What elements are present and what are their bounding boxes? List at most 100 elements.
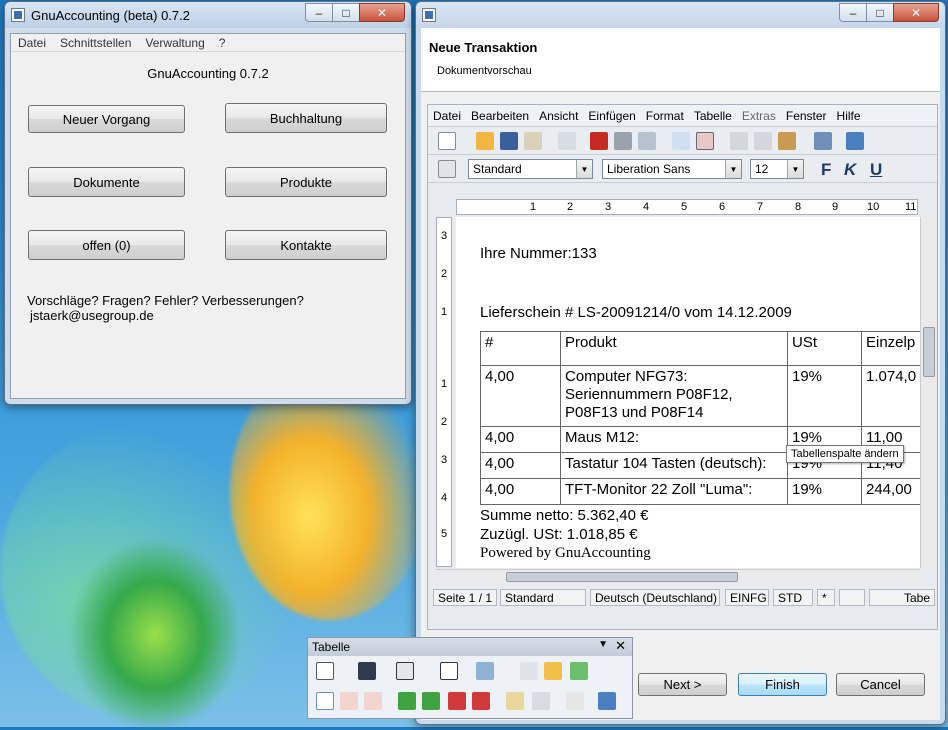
horizontal-ruler[interactable]: 1 2 3 4 5 6 7 8 9 10 11 [456,199,918,215]
status-style[interactable]: Standard [500,589,586,606]
dropdown-arrow-icon[interactable]: ▼ [598,639,608,650]
edit-file-icon[interactable] [558,132,576,150]
horizontal-scrollbar[interactable] [436,569,920,583]
menu-help[interactable]: ? [212,36,233,50]
status-page[interactable]: Seite 1 / 1 [433,589,497,606]
minimize-button[interactable]: – [839,3,867,22]
format-paintbrush-icon[interactable] [814,132,832,150]
writer-menu-bearbeiten[interactable]: Bearbeiten [466,109,534,123]
product-cell[interactable]: Tastatur 104 Tasten (deutsch): [560,452,788,479]
table-insert-icon[interactable] [316,662,334,680]
writer-menu-einfuegen[interactable]: Einfügen [583,109,640,123]
italic-button[interactable]: K [844,160,856,180]
header-cell[interactable]: # [480,331,561,366]
price-cell[interactable]: 1.074,0 [861,365,920,427]
floating-toolbar-title[interactable]: Tabelle ▼ ✕ [308,638,632,656]
finish-button[interactable]: Finish [738,673,827,696]
autoformat-icon[interactable] [570,662,588,680]
borders-icon[interactable] [440,662,458,680]
cancel-button[interactable]: Cancel [836,673,925,696]
new-document-icon[interactable] [438,132,456,150]
writer-menu-fenster[interactable]: Fenster [781,109,832,123]
status-selection-mode[interactable]: STD [773,589,813,606]
dokumente-button[interactable]: Dokumente [28,167,185,197]
invoice-table[interactable]: # Produkt USt Einzelp 4,00 Computer NFG7… [480,331,920,505]
vertical-scrollbar[interactable] [920,217,936,568]
delete-column-icon[interactable] [472,692,490,710]
font-name-combo[interactable]: Liberation Sans ▼ [602,159,742,179]
document-page[interactable]: Ihre Nummer:133 Lieferschein # LS-200912… [456,217,920,568]
paragraph-style-combo[interactable]: Standard ▼ [468,159,593,179]
writer-menu-hilfe[interactable]: Hilfe [832,109,866,123]
header-cell[interactable]: Einzelp [861,331,920,366]
qty-cell[interactable]: 4,00 [480,478,561,505]
close-button[interactable]: ✕ [893,3,939,22]
writer-menu-tabelle[interactable]: Tabelle [689,109,737,123]
font-size-combo[interactable]: 12 ▼ [750,159,804,179]
background-color-icon[interactable] [476,662,494,680]
spellcheck-icon[interactable] [672,132,690,150]
paste-icon[interactable] [778,132,796,150]
print-preview-icon[interactable] [638,132,656,150]
insert-row-icon[interactable] [398,692,416,710]
maximize-button[interactable]: □ [332,3,360,22]
kontakte-button[interactable]: Kontakte [225,230,387,260]
print-icon[interactable] [614,132,632,150]
menu-schnittstellen[interactable]: Schnittstellen [53,36,138,50]
qty-cell[interactable]: 4,00 [480,452,561,479]
menu-datei[interactable]: Datei [11,36,53,50]
offen-button[interactable]: offen (0) [28,230,185,260]
sum-icon[interactable] [598,692,616,710]
pdf-export-icon[interactable] [590,132,608,150]
qty-cell[interactable]: 4,00 [480,365,561,427]
header-cell[interactable]: USt [787,331,862,366]
border-color-icon[interactable] [396,662,414,680]
open-folder-icon[interactable] [476,132,494,150]
cut-icon[interactable] [730,132,748,150]
insert-column-icon[interactable] [422,692,440,710]
scroll-thumb[interactable] [923,327,935,377]
status-language[interactable]: Deutsch (Deutschland) [590,589,720,606]
select-table-icon[interactable] [506,692,524,710]
qty-cell[interactable]: 4,00 [480,426,561,453]
writer-menu-format[interactable]: Format [641,109,689,123]
split-cells-icon[interactable] [544,662,562,680]
close-button[interactable]: ✕ [359,3,405,22]
status-insert-mode[interactable]: EINFG [725,589,769,606]
maximize-button[interactable]: □ [866,3,894,22]
header-cell[interactable]: Produkt [560,331,788,366]
delete-row-icon[interactable] [448,692,466,710]
writer-menu-extras[interactable]: Extras [737,109,781,123]
save-icon[interactable] [500,132,518,150]
minimize-button[interactable]: – [305,3,333,22]
vat-cell[interactable]: 19% [787,365,862,427]
align-bottom-icon[interactable] [364,692,382,710]
title-bar[interactable]: GnuAccounting (beta) 0.7.2 – □ ✕ [5,2,411,28]
next-button[interactable]: Next > [638,673,727,696]
copy-icon[interactable] [754,132,772,150]
writer-menu-ansicht[interactable]: Ansicht [534,109,583,123]
close-icon[interactable]: ✕ [615,638,626,654]
optimize-icon[interactable] [532,692,550,710]
undo-icon[interactable] [846,132,864,150]
neuer-vorgang-button[interactable]: Neuer Vorgang [28,105,185,133]
align-center-icon[interactable] [340,692,358,710]
product-cell[interactable]: TFT-Monitor 22 Zoll "Luma": [560,478,788,505]
vat-cell[interactable]: 19% [787,478,862,505]
product-cell[interactable]: Maus M12: [560,426,788,453]
scroll-thumb[interactable] [506,572,738,582]
price-cell[interactable]: 244,00 [861,478,920,505]
sort-icon[interactable] [566,692,584,710]
buchhaltung-button[interactable]: Buchhaltung [225,103,387,133]
line-style-icon[interactable] [358,662,376,680]
writer-menu-datei[interactable]: Datei [428,109,466,123]
vertical-ruler[interactable]: 3 2 1 1 2 3 4 5 [436,217,452,567]
produkte-button[interactable]: Produkte [225,167,387,197]
email-icon[interactable] [524,132,542,150]
styles-icon[interactable] [438,160,456,178]
underline-button[interactable]: U [870,160,882,180]
menu-verwaltung[interactable]: Verwaltung [138,36,211,50]
title-bar[interactable]: – □ ✕ [416,2,945,28]
align-top-icon[interactable] [316,692,334,710]
product-cell[interactable]: Computer NFG73: Seriennummern P08F12, P0… [560,365,788,427]
